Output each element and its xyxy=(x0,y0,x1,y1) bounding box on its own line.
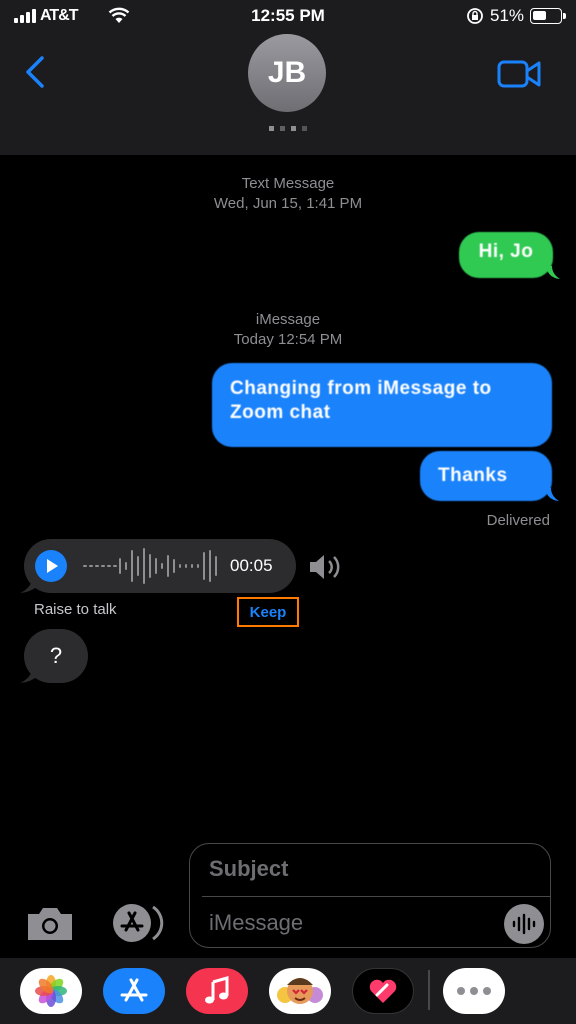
message-text: Thanks xyxy=(438,465,508,486)
message-text: Changing from iMessage to Zoom chat xyxy=(230,378,492,423)
message-text: Hi, Jo xyxy=(478,241,534,262)
bubble-tail xyxy=(546,266,560,279)
imessage-bubble[interactable]: Thanks xyxy=(420,451,552,501)
raise-to-talk-label: Raise to talk xyxy=(34,601,117,618)
dock-separator xyxy=(428,970,430,1010)
camera-icon[interactable] xyxy=(24,902,76,946)
bubble-tail xyxy=(20,574,40,593)
imessage-timestamp: Today 12:54 PM xyxy=(233,331,343,348)
digital-touch-app-icon[interactable] xyxy=(352,968,414,1014)
conversation-header: AT&T 12:55 PM 51% JB xyxy=(0,0,576,155)
waveform-icon xyxy=(83,548,217,584)
subject-field[interactable]: Subject xyxy=(209,856,509,882)
imessage-app-drawer xyxy=(0,958,576,1024)
more-apps-button[interactable] xyxy=(443,968,505,1014)
status-bar: AT&T 12:55 PM 51% xyxy=(0,0,576,34)
audio-record-button[interactable] xyxy=(504,904,544,944)
memoji-icon xyxy=(277,978,323,1004)
photos-icon xyxy=(35,975,67,1007)
audio-duration: 00:05 xyxy=(230,556,273,575)
rotation-lock-icon xyxy=(467,8,483,24)
contact-name-redacted[interactable] xyxy=(260,120,316,136)
delivery-status: Delivered xyxy=(486,512,550,529)
battery-percent: 51% xyxy=(490,6,525,25)
music-app-icon[interactable] xyxy=(186,968,248,1014)
audio-message-bubble[interactable]: 00:05 xyxy=(24,539,296,593)
battery-icon xyxy=(530,8,566,24)
bubble-tail xyxy=(20,664,40,683)
heart-icon xyxy=(369,979,397,1003)
battery-level xyxy=(533,11,546,20)
speaker-icon[interactable] xyxy=(306,552,346,582)
keep-button[interactable]: Keep xyxy=(237,597,299,627)
compose-divider xyxy=(202,896,550,897)
waveform-icon xyxy=(512,913,536,935)
message-text: ? xyxy=(49,643,63,668)
sms-message-bubble[interactable]: Hi, Jo xyxy=(459,232,553,278)
message-input[interactable]: iMessage xyxy=(209,910,489,936)
app-store-app-icon[interactable] xyxy=(103,968,165,1014)
sms-label: Text Message xyxy=(241,175,335,192)
contact-avatar[interactable]: JB xyxy=(248,34,326,112)
bubble-tail xyxy=(545,488,559,501)
memoji-app-icon[interactable] xyxy=(269,968,331,1014)
sms-timestamp: Wed, Jun 15, 1:41 PM xyxy=(213,195,363,212)
imessage-label: iMessage xyxy=(255,311,321,328)
app-store-icon xyxy=(120,978,148,1002)
back-chevron-icon[interactable] xyxy=(18,52,54,92)
photos-app-icon[interactable] xyxy=(20,968,82,1014)
compose-box: Subject iMessage xyxy=(189,843,551,948)
music-note-icon xyxy=(205,976,229,1004)
app-store-icon[interactable] xyxy=(106,903,164,943)
ellipsis-icon xyxy=(457,987,491,995)
imessage-bubble[interactable]: Changing from iMessage to Zoom chat xyxy=(212,363,552,447)
video-camera-icon[interactable] xyxy=(496,58,542,90)
